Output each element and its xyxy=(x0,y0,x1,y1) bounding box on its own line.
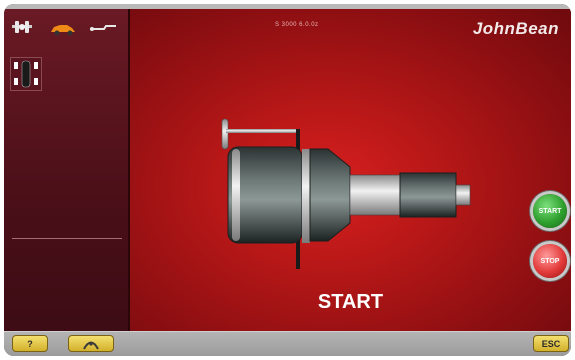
esc-button[interactable]: ESC xyxy=(533,335,569,352)
app-window: S 3000 6.0.0z JohnBean START START STOP xyxy=(4,4,571,356)
home-icon xyxy=(83,341,99,349)
start-button-label: START xyxy=(538,207,562,215)
panel-divider xyxy=(12,238,122,239)
stop-button[interactable]: STOP xyxy=(533,244,567,278)
car-icon[interactable] xyxy=(48,19,78,39)
wheel-clamp-illustration xyxy=(221,118,471,269)
start-button[interactable]: START xyxy=(533,194,567,228)
brand-logo: JohnBean xyxy=(472,19,559,38)
esc-button-label: ESC xyxy=(541,338,561,349)
vehicle-axle-selector[interactable] xyxy=(10,57,42,91)
help-button-label: ? xyxy=(27,338,33,349)
stop-button-label: STOP xyxy=(540,257,560,265)
main-area: S 3000 6.0.0z JohnBean START xyxy=(130,9,571,331)
wheel-icon[interactable] xyxy=(10,19,34,39)
left-panel xyxy=(4,9,130,331)
status-text: S 3000 6.0.0z xyxy=(275,22,319,28)
instruction-message: START xyxy=(317,291,384,313)
help-button[interactable]: ? xyxy=(12,335,48,352)
home-button[interactable] xyxy=(68,335,114,352)
wrench-icon[interactable] xyxy=(88,19,118,39)
